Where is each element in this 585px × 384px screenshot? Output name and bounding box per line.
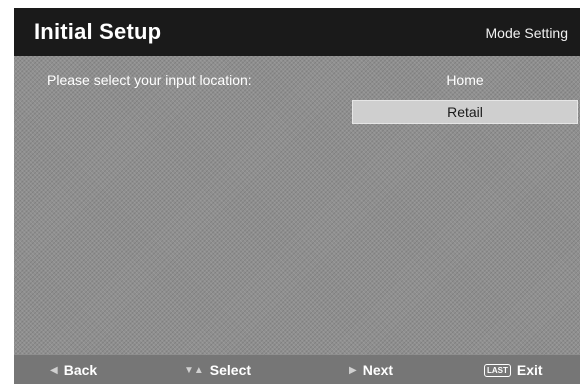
exit-label: Exit <box>516 362 543 378</box>
up-down-triangle-icon: ▼▲ <box>184 364 204 376</box>
mode-setting-label: Mode Setting <box>485 25 569 41</box>
exit-button[interactable]: LAST Exit <box>484 362 543 378</box>
location-prompt: Please select your input location: <box>47 72 252 88</box>
select-label: Select <box>209 362 252 378</box>
next-button[interactable]: ▶ Next <box>349 362 393 378</box>
back-button[interactable]: ◀ Back <box>50 362 97 378</box>
select-hint: ▼▲ Select <box>184 362 251 378</box>
setup-screen: Initial Setup Mode Setting Please select… <box>14 8 580 384</box>
left-triangle-icon: ◀ <box>50 364 58 376</box>
option-home[interactable]: Home <box>352 68 578 92</box>
title-bar: Initial Setup Mode Setting <box>14 8 580 56</box>
page-title: Initial Setup <box>34 19 162 44</box>
option-retail[interactable]: Retail <box>352 100 578 124</box>
last-key-icon: LAST <box>484 363 511 377</box>
right-triangle-icon: ▶ <box>349 364 357 376</box>
next-label: Next <box>362 362 394 378</box>
navigation-bar: ◀ Back ▼▲ Select ▶ Next LAST Exit <box>14 355 580 384</box>
back-label: Back <box>63 362 98 378</box>
